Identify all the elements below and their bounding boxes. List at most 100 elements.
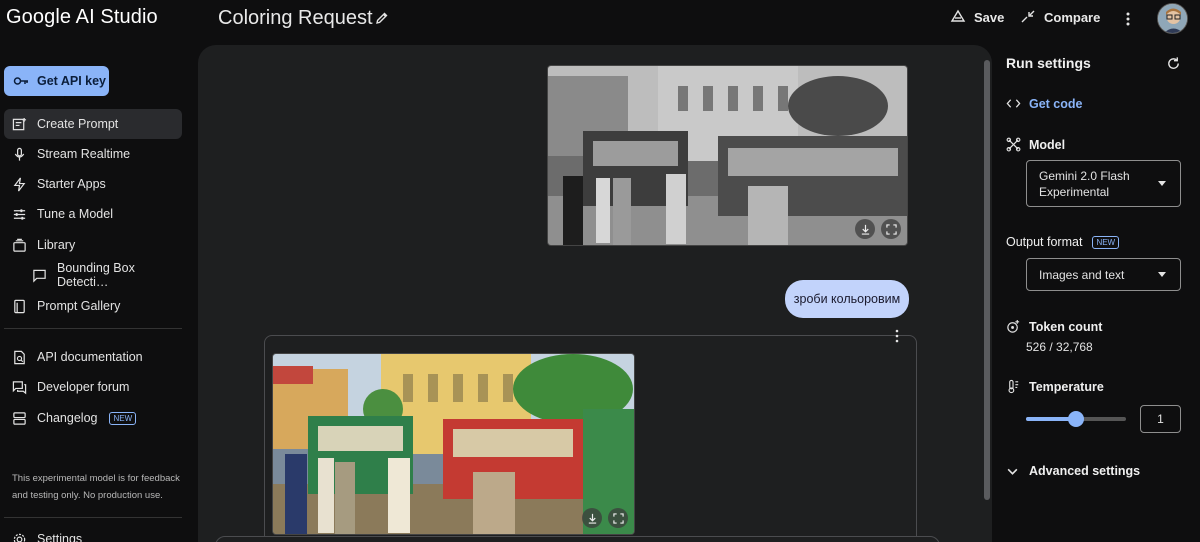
prompt-title[interactable]: Coloring Request bbox=[218, 7, 373, 30]
save-button[interactable]: Save bbox=[950, 9, 1004, 25]
get-api-key-button[interactable]: Get API key bbox=[4, 66, 109, 96]
get-api-key-label: Get API key bbox=[37, 74, 107, 88]
gallery-icon bbox=[14, 299, 25, 313]
avatar[interactable] bbox=[1157, 3, 1188, 34]
output-format-value: Images and text bbox=[1039, 267, 1125, 282]
token-icon bbox=[1007, 319, 1020, 333]
thermometer-icon bbox=[1008, 379, 1019, 394]
library-icon bbox=[13, 238, 26, 252]
model-select[interactable]: Gemini 2.0 Flash Experimental bbox=[1026, 160, 1181, 207]
save-icon bbox=[950, 9, 966, 22]
changelog-icon bbox=[13, 411, 26, 425]
download-icon bbox=[588, 513, 596, 524]
sidebar-divider bbox=[4, 517, 182, 518]
sidebar-item-label: Tune a Model bbox=[37, 207, 113, 221]
output-format-label-text: Output format bbox=[1006, 235, 1083, 249]
disclaimer-text: This experimental model is for feedback … bbox=[12, 473, 180, 501]
sidebar-item-label: Stream Realtime bbox=[37, 147, 131, 161]
model-select-value: Gemini 2.0 Flash Experimental bbox=[1039, 168, 1130, 199]
output-format-select[interactable]: Images and text bbox=[1026, 258, 1181, 291]
image-actions bbox=[582, 508, 628, 528]
temperature-label-text: Temperature bbox=[1029, 379, 1104, 394]
compare-icon bbox=[1021, 10, 1035, 23]
image-actions bbox=[855, 219, 901, 239]
sidebar-item-changelog[interactable]: Changelog NEW bbox=[4, 403, 182, 433]
sidebar-item-create-prompt[interactable]: Create Prompt bbox=[4, 109, 182, 139]
temperature-slider-thumb[interactable] bbox=[1068, 411, 1084, 427]
gear-icon bbox=[13, 533, 26, 542]
temperature-input[interactable]: 1 bbox=[1140, 405, 1181, 433]
key-icon bbox=[13, 77, 28, 85]
generated-color-image[interactable] bbox=[272, 353, 635, 535]
download-button[interactable] bbox=[582, 508, 602, 528]
sidebar-item-label: Prompt Gallery bbox=[37, 299, 121, 313]
save-label: Save bbox=[974, 9, 1005, 25]
sidebar-item-starter-apps[interactable]: Starter Apps bbox=[4, 169, 182, 199]
download-icon bbox=[861, 224, 869, 235]
token-count-label: Token count bbox=[1006, 319, 1102, 334]
sidebar-item-developer-forum[interactable]: Developer forum bbox=[4, 372, 182, 402]
chevron-down-icon bbox=[1007, 468, 1018, 475]
sidebar-item-label: Settings bbox=[37, 532, 83, 542]
sidebar-item-bounding-box-detection[interactable]: Bounding Box Detecti… bbox=[4, 260, 182, 290]
run-settings-title: Run settings bbox=[1006, 55, 1091, 71]
token-count-label-text: Token count bbox=[1029, 319, 1103, 334]
temperature-label: Temperature bbox=[1006, 379, 1104, 394]
fullscreen-icon bbox=[885, 223, 897, 235]
advanced-settings-label: Advanced settings bbox=[1029, 464, 1141, 478]
sidebar-item-tune-a-model[interactable]: Tune a Model bbox=[4, 199, 182, 229]
chevron-down-icon bbox=[1158, 180, 1166, 186]
reset-icon[interactable] bbox=[1166, 56, 1181, 71]
sidebar-divider bbox=[4, 328, 182, 329]
sidebar: Get API key Create Prompt Stream Realtim… bbox=[0, 40, 196, 542]
chat-scrollbar[interactable] bbox=[984, 60, 990, 500]
model-response bbox=[264, 329, 917, 542]
forum-icon bbox=[12, 380, 27, 394]
prompt-input[interactable] bbox=[215, 536, 940, 542]
sidebar-item-label: API documentation bbox=[37, 350, 143, 364]
uploaded-bw-image[interactable] bbox=[547, 65, 908, 246]
advanced-settings-toggle[interactable]: Advanced settings bbox=[1006, 464, 1140, 478]
mic-icon bbox=[14, 147, 25, 161]
sidebar-item-label: Bounding Box Detecti… bbox=[57, 261, 135, 289]
compare-button[interactable]: Compare bbox=[1020, 9, 1100, 25]
compare-label: Compare bbox=[1044, 9, 1101, 25]
fullscreen-icon bbox=[612, 512, 624, 524]
sidebar-item-api-documentation[interactable]: API documentation bbox=[4, 342, 182, 372]
code-icon bbox=[1006, 99, 1021, 108]
more-vert-icon[interactable] bbox=[1120, 10, 1136, 28]
download-button[interactable] bbox=[855, 219, 875, 239]
new-badge: NEW bbox=[1092, 235, 1120, 249]
sidebar-item-label: Library bbox=[37, 238, 76, 252]
sidebar-item-label: Changelog bbox=[37, 411, 98, 425]
pencil-icon[interactable] bbox=[374, 10, 390, 26]
fullscreen-button[interactable] bbox=[881, 219, 901, 239]
sidebar-item-label: Developer forum bbox=[37, 380, 130, 394]
user-message-bubble: зроби кольоровим bbox=[785, 280, 909, 318]
sidebar-item-stream-realtime[interactable]: Stream Realtime bbox=[4, 139, 182, 169]
sidebar-item-label: Create Prompt bbox=[37, 117, 119, 131]
token-count-value: 526 / 32,768 bbox=[1026, 340, 1093, 354]
create-prompt-icon bbox=[12, 117, 27, 130]
sidebar-item-label: Starter Apps bbox=[37, 177, 106, 191]
docs-icon bbox=[14, 350, 25, 364]
get-code-link[interactable]: Get code bbox=[1006, 96, 1083, 111]
output-format-label: Output format NEW bbox=[1006, 235, 1120, 249]
top-bar: Google AI Studio Coloring Request Save C… bbox=[0, 0, 1200, 40]
temperature-slider[interactable] bbox=[1026, 411, 1126, 427]
model-label-text: Model bbox=[1029, 137, 1066, 152]
run-settings-panel: Run settings Get code Model Gemini 2.0 F… bbox=[992, 40, 1200, 542]
model-label: Model bbox=[1006, 137, 1065, 152]
tune-icon bbox=[13, 208, 26, 220]
sidebar-item-prompt-gallery[interactable]: Prompt Gallery bbox=[4, 291, 182, 321]
fullscreen-button[interactable] bbox=[608, 508, 628, 528]
more-vert-icon[interactable] bbox=[890, 328, 904, 344]
get-code-label: Get code bbox=[1029, 96, 1083, 111]
sidebar-item-settings[interactable]: Settings bbox=[4, 524, 182, 542]
new-badge: NEW bbox=[109, 411, 137, 425]
chat-icon bbox=[33, 269, 46, 283]
bolt-icon bbox=[13, 177, 26, 191]
sidebar-item-library[interactable]: Library bbox=[4, 230, 182, 260]
app-logo[interactable]: Google AI Studio bbox=[6, 6, 158, 29]
chevron-down-icon bbox=[1158, 271, 1166, 277]
